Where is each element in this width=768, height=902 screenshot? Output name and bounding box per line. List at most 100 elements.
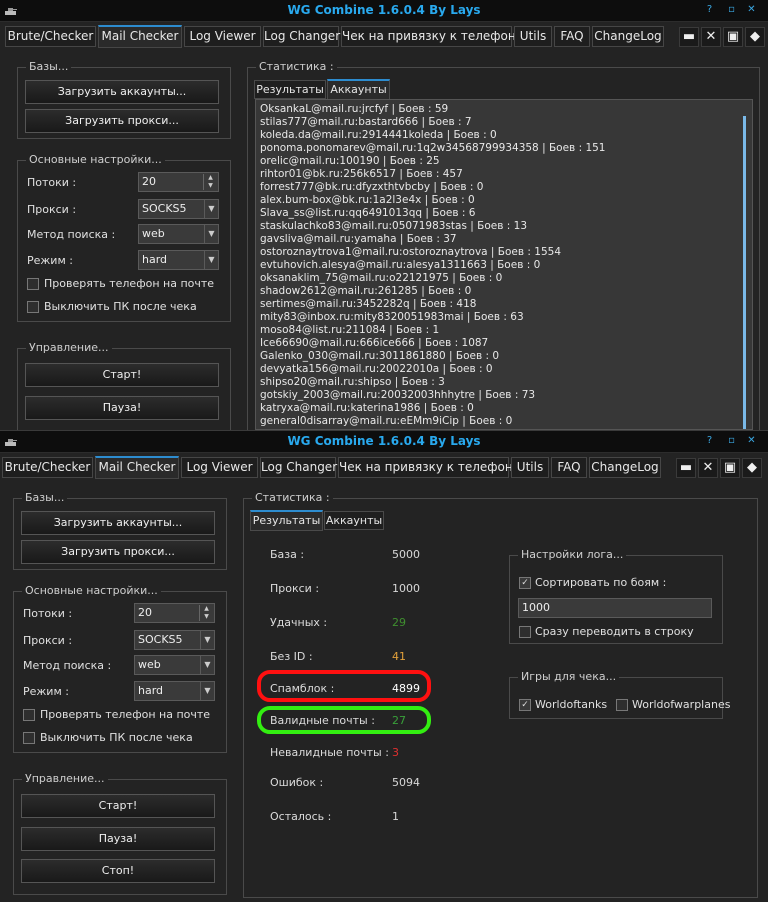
tab-utils[interactable]: Utils bbox=[514, 26, 552, 47]
method-select[interactable]: web ▼ bbox=[138, 224, 219, 244]
list-item[interactable]: alex.bum-box@bk.ru:1a2l3e4x | Боев : 0 bbox=[260, 194, 475, 206]
tab-phone-check[interactable]: Чек на привязку к телефону bbox=[341, 26, 523, 47]
tab-changelog[interactable]: ChangeLog bbox=[589, 457, 661, 478]
diamond-icon[interactable]: ◆ bbox=[745, 27, 765, 47]
list-item[interactable]: stilas777@mail.ru:bastard666 | Боев : 7 bbox=[260, 116, 472, 128]
accounts-list[interactable]: OksankaL@mail.ru:jrcfyf | Боев : 59 stil… bbox=[255, 99, 753, 430]
tab-log-viewer[interactable]: Log Viewer bbox=[184, 26, 261, 47]
mode-label: Режим : bbox=[27, 254, 73, 267]
start-button[interactable]: Старт! bbox=[21, 794, 215, 818]
pause-button[interactable]: Пауза! bbox=[21, 827, 215, 851]
tab-results[interactable]: Результаты bbox=[250, 510, 323, 531]
proxy-select[interactable]: SOCKS5 ▼ bbox=[134, 630, 215, 650]
wowp-checkbox[interactable] bbox=[616, 699, 628, 711]
tab-mail-checker[interactable]: Mail Checker bbox=[98, 25, 182, 48]
list-item[interactable]: Ice66690@mail.ru:666ice666 | Боев : 1087 bbox=[260, 337, 488, 349]
folder-icon[interactable]: ▬ bbox=[676, 458, 696, 478]
tools-icon[interactable]: ✕ bbox=[698, 458, 718, 478]
list-item[interactable]: Slava_ss@list.ru:qq6491013qq | Боев : 6 bbox=[260, 207, 475, 219]
close-icon[interactable]: ✕ bbox=[744, 433, 759, 448]
proxy-select[interactable]: SOCKS5 ▼ bbox=[138, 199, 219, 219]
tab-brute-checker[interactable]: Brute/Checker bbox=[5, 26, 96, 47]
list-item[interactable]: shadow2612@mail.ru:261285 | Боев : 0 bbox=[260, 285, 471, 297]
load-proxies-button[interactable]: Загрузить прокси... bbox=[21, 540, 215, 564]
close-icon[interactable]: ✕ bbox=[744, 2, 759, 17]
list-item[interactable]: sertimes@mail.ru:3452282q | Боев : 418 bbox=[260, 298, 476, 310]
mode-select[interactable]: hard ▼ bbox=[138, 250, 219, 270]
bases-group: Базы... Загрузить аккаунты... Загрузить … bbox=[17, 60, 231, 139]
tab-log-changer[interactable]: Log Changer bbox=[263, 26, 340, 47]
list-item[interactable]: katryxa@mail.ru:katerina1986 | Боев : 0 bbox=[260, 402, 474, 414]
list-item[interactable]: orelic@mail.ru:100190 | Боев : 25 bbox=[260, 155, 440, 167]
check-phone-checkbox[interactable] bbox=[23, 709, 35, 721]
chevron-down-icon[interactable]: ▼ bbox=[204, 225, 218, 243]
list-item[interactable]: OksankaL@mail.ru:jrcfyf | Боев : 59 bbox=[260, 103, 448, 115]
help-icon[interactable]: ? bbox=[702, 433, 717, 448]
chevron-down-icon[interactable]: ▼ bbox=[200, 631, 214, 649]
wot-checkbox[interactable]: ✓ bbox=[519, 699, 531, 711]
mode-select[interactable]: hard ▼ bbox=[134, 681, 215, 701]
list-item[interactable]: oksanaklim_75@mail.ru:o22121975 | Боев :… bbox=[260, 272, 502, 284]
bases-title: Базы... bbox=[26, 60, 72, 73]
shutdown-checkbox[interactable] bbox=[27, 301, 39, 313]
chevron-down-icon[interactable]: ▼ bbox=[204, 251, 218, 269]
sort-checkbox[interactable]: ✓ bbox=[519, 577, 531, 589]
list-item[interactable]: evtuhovich.alesya@mail.ru:alesya1311663 … bbox=[260, 259, 540, 271]
check-phone-checkbox[interactable] bbox=[27, 278, 39, 290]
tab-changelog[interactable]: ChangeLog bbox=[592, 26, 664, 47]
load-accounts-button[interactable]: Загрузить аккаунты... bbox=[21, 511, 215, 535]
method-select[interactable]: web ▼ bbox=[134, 655, 215, 675]
list-item[interactable]: general0disarray@mail.ru:eEMm9iCip | Бое… bbox=[260, 415, 512, 427]
stop-button[interactable]: Стоп! bbox=[21, 859, 215, 883]
minimize-icon[interactable]: ▫ bbox=[724, 2, 739, 17]
tab-log-changer[interactable]: Log Changer bbox=[260, 457, 337, 478]
list-item[interactable]: forrest777@bk.ru:dfyzxthtvbcby | Боев : … bbox=[260, 181, 483, 193]
tab-mail-checker[interactable]: Mail Checker bbox=[95, 456, 179, 479]
list-item[interactable]: ponoma.ponomarev@mail.ru:1q2w34568799934… bbox=[260, 142, 606, 154]
sort-value-input[interactable]: 1000 bbox=[518, 598, 712, 618]
list-item[interactable]: moso84@list.ru:211084 | Боев : 1 bbox=[260, 324, 439, 336]
list-item[interactable]: mity83@inbox.ru:mity8320051983mai | Боев… bbox=[260, 311, 524, 323]
tab-faq[interactable]: FAQ bbox=[554, 26, 590, 47]
shutdown-checkbox[interactable] bbox=[23, 732, 35, 744]
chevron-down-icon[interactable]: ▼ bbox=[200, 682, 214, 700]
tab-phone-check[interactable]: Чек на привязку к телефону bbox=[338, 457, 520, 478]
save-icon[interactable]: ▣ bbox=[720, 458, 740, 478]
list-item[interactable]: Galenko_030@mail.ru:3011861880 | Боев : … bbox=[260, 350, 499, 362]
list-item[interactable]: shipso20@mail.ru:shipso | Боев : 3 bbox=[260, 376, 445, 388]
spin-arrows-icon[interactable]: ▲ ▼ bbox=[199, 605, 213, 621]
threads-input[interactable]: 20 ▲ ▼ bbox=[134, 603, 215, 623]
start-button[interactable]: Старт! bbox=[25, 363, 219, 387]
tab-log-viewer[interactable]: Log Viewer bbox=[181, 457, 258, 478]
list-item[interactable]: ostoroznaytrova1@mail.ru:ostoroznaytrova… bbox=[260, 246, 561, 258]
diamond-icon[interactable]: ◆ bbox=[742, 458, 762, 478]
to-line-checkbox[interactable] bbox=[519, 626, 531, 638]
load-proxies-button[interactable]: Загрузить прокси... bbox=[25, 109, 219, 133]
chevron-down-icon[interactable]: ▼ bbox=[200, 656, 214, 674]
tools-icon[interactable]: ✕ bbox=[701, 27, 721, 47]
load-accounts-button[interactable]: Загрузить аккаунты... bbox=[25, 80, 219, 104]
list-item[interactable]: koleda.da@mail.ru:2914441koleda | Боев :… bbox=[260, 129, 497, 141]
method-label: Метод поиска : bbox=[23, 659, 112, 672]
list-item[interactable]: devyatka156@mail.ru:20022010a | Боев : 0 bbox=[260, 363, 493, 375]
tab-accounts[interactable]: Аккаунты bbox=[327, 79, 390, 100]
minimize-icon[interactable]: ▫ bbox=[724, 433, 739, 448]
tab-faq[interactable]: FAQ bbox=[551, 457, 587, 478]
window-title: WG Combine 1.6.0.4 By Lays bbox=[287, 434, 481, 448]
list-item[interactable]: gotskiy_2003@mail.ru:20032003hhhytre | Б… bbox=[260, 389, 535, 401]
chevron-down-icon[interactable]: ▼ bbox=[204, 200, 218, 218]
tab-utils[interactable]: Utils bbox=[511, 457, 549, 478]
tab-accounts[interactable]: Аккаунты bbox=[324, 511, 384, 530]
tab-brute-checker[interactable]: Brute/Checker bbox=[2, 457, 93, 478]
threads-input[interactable]: 20 ▲ ▼ bbox=[138, 172, 219, 192]
spin-arrows-icon[interactable]: ▲ ▼ bbox=[203, 174, 217, 190]
list-item[interactable]: staskulachko83@mail.ru:05071983stas | Бо… bbox=[260, 220, 527, 232]
scrollbar[interactable] bbox=[743, 116, 746, 429]
list-item[interactable]: gavsliva@mail.ru:yamaha | Боев : 37 bbox=[260, 233, 457, 245]
tab-results[interactable]: Результаты bbox=[254, 80, 326, 99]
help-icon[interactable]: ? bbox=[702, 2, 717, 17]
save-icon[interactable]: ▣ bbox=[723, 27, 743, 47]
folder-icon[interactable]: ▬ bbox=[679, 27, 699, 47]
list-item[interactable]: rihtor01@bk.ru:256k6517 | Боев : 457 bbox=[260, 168, 463, 180]
pause-button[interactable]: Пауза! bbox=[25, 396, 219, 420]
